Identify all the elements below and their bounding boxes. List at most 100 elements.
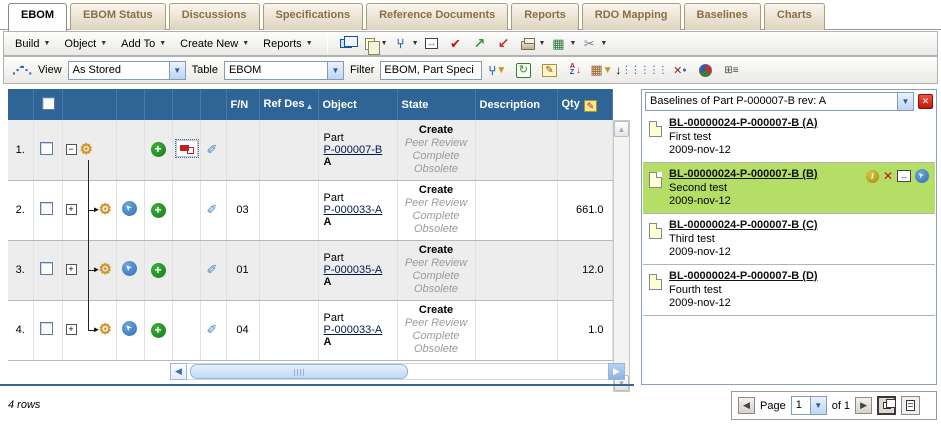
header-object[interactable]: Object (318, 89, 397, 120)
print-icon[interactable] (517, 34, 539, 54)
disconnect-icon[interactable]: ✕● (668, 60, 690, 80)
scrollbar-thumb[interactable] (190, 364, 408, 379)
scroll-right-button[interactable]: ▶ (608, 363, 625, 380)
promote-arrow-icon[interactable]: ↗ (469, 34, 491, 54)
copy-icon[interactable] (359, 34, 381, 54)
baseline-link[interactable]: BL-00000024-P-000007-B (D) (669, 270, 818, 282)
row-checkbox[interactable] (40, 202, 53, 215)
load-baseline-icon[interactable]: ➤ (915, 169, 929, 183)
baseline-link[interactable]: BL-00000024-P-000007-B (B) (669, 168, 818, 180)
sort-az-icon[interactable]: AZ↓ (564, 60, 586, 80)
menu-reports[interactable]: Reports▼ (258, 36, 319, 52)
row-checkbox[interactable] (40, 142, 53, 155)
sort-structure-icon[interactable]: ↓⋮⋮ (616, 60, 638, 80)
expand-toggle[interactable]: + (66, 324, 77, 335)
close-panel-icon[interactable]: ✕ (918, 94, 933, 109)
tab-ebom[interactable]: EBOM (8, 3, 67, 31)
indent-structure-icon[interactable]: ⋮⋮⋮ (642, 60, 664, 80)
vertical-scrollbar[interactable]: ▲ ▼ (613, 120, 630, 392)
row-checkbox[interactable] (40, 262, 53, 275)
collapse-toggle[interactable]: − (66, 144, 77, 155)
structure-navigate-icon[interactable]: ⑂ (390, 34, 412, 54)
tab-reports[interactable]: Reports (511, 3, 579, 30)
info-icon[interactable]: i (866, 170, 879, 183)
expand-levels-icon[interactable]: ⊞≡ (720, 60, 742, 80)
horizontal-scrollbar[interactable]: ◀ ▶ (170, 363, 625, 380)
menu-add-to[interactable]: Add To▼ (116, 36, 173, 52)
header-state[interactable]: State (397, 89, 475, 120)
compare-window-icon[interactable]: ↔ (421, 34, 443, 54)
next-page-button[interactable]: ▶ (855, 397, 872, 414)
scroll-up-button[interactable]: ▲ (614, 121, 629, 137)
menu-create-new[interactable]: Create New▼ (175, 36, 256, 52)
previous-page-button[interactable]: ◀ (738, 397, 755, 414)
remove-filter-icon[interactable]: ▦▼ (590, 60, 612, 80)
baselines-select[interactable]: Baselines of Part P-000007-B rev: A▼ (645, 92, 914, 111)
replace-icon[interactable]: ➤ (122, 261, 137, 276)
compare-window-icon[interactable]: ↔ (897, 170, 911, 182)
multi-page-view-toggle[interactable] (877, 396, 896, 415)
delete-icon[interactable]: ✕ (883, 169, 893, 183)
mass-edit-icon[interactable]: ✎ (584, 100, 597, 112)
chevron-down-icon[interactable]: ▼ (381, 40, 388, 47)
add-child-icon[interactable]: + (151, 323, 166, 338)
part-gear-icon[interactable]: ⚙ (99, 260, 112, 278)
part-link[interactable]: P-000033-A (324, 204, 383, 216)
add-child-icon[interactable]: + (151, 142, 166, 157)
filter-input[interactable] (380, 61, 482, 80)
edit-table-icon[interactable]: ✎ (538, 60, 560, 80)
tab-rdo-mapping[interactable]: RDO Mapping (582, 3, 681, 30)
replace-icon[interactable]: ➤ (122, 201, 137, 216)
select-all-checkbox[interactable] (42, 97, 55, 110)
scroll-left-button[interactable]: ◀ (170, 363, 187, 380)
single-page-view-toggle[interactable] (901, 396, 920, 415)
menu-build[interactable]: Build▼ (10, 36, 57, 52)
tab-charts[interactable]: Charts (764, 3, 825, 30)
edit-relationship-icon[interactable]: ✐ (207, 262, 218, 277)
view-select[interactable]: As Stored▼ (68, 61, 186, 80)
table-select[interactable]: EBOM▼ (224, 61, 344, 80)
add-child-icon[interactable]: + (151, 263, 166, 278)
part-link[interactable]: P-000035-A (324, 264, 383, 276)
demote-arrow-icon[interactable]: ↙ (493, 34, 515, 54)
part-gear-icon[interactable]: ⚙ (99, 200, 112, 218)
cascade-windows-icon[interactable] (335, 34, 357, 54)
maximize-view-icon[interactable]: ⋰⋱ (10, 60, 32, 80)
part-link[interactable]: P-000033-A (324, 324, 383, 336)
page-select[interactable]: 1▼ (791, 396, 827, 415)
tab-reference-documents[interactable]: Reference Documents (366, 3, 508, 30)
chevron-down-icon[interactable]: ▼ (569, 40, 576, 47)
chevron-down-icon[interactable]: ▼ (412, 40, 419, 47)
approve-check-icon[interactable]: ✔ (445, 34, 467, 54)
row-checkbox[interactable] (40, 322, 53, 335)
scrollbar-track[interactable] (187, 363, 608, 380)
part-gear-icon[interactable]: ⚙ (99, 320, 112, 338)
tab-specifications[interactable]: Specifications (263, 3, 364, 30)
baseline-link[interactable]: BL-00000024-P-000007-B (C) (669, 219, 818, 231)
baseline-link[interactable]: BL-00000024-P-000007-B (A) (669, 117, 818, 129)
header-fn[interactable]: F/N (226, 89, 259, 120)
chevron-down-icon[interactable]: ▼ (600, 40, 607, 47)
edit-relationship-icon[interactable]: ✐ (207, 202, 218, 217)
add-child-icon[interactable]: + (151, 203, 166, 218)
edit-relationship-icon[interactable]: ✐ (207, 322, 218, 337)
part-link[interactable]: P-000007-B (324, 144, 383, 156)
tab-discussions[interactable]: Discussions (169, 3, 260, 30)
header-description[interactable]: Description (475, 89, 557, 120)
chevron-down-icon[interactable]: ▼ (539, 40, 546, 47)
expand-toggle[interactable]: + (66, 204, 77, 215)
header-ref-des[interactable]: Ref Des▲ (259, 89, 318, 120)
chart-pie-icon[interactable] (694, 60, 716, 80)
part-gear-icon[interactable]: ⚙ (80, 140, 93, 158)
refresh-icon[interactable]: ↻ (512, 60, 534, 80)
menu-object[interactable]: Object▼ (59, 36, 114, 52)
filter-structure-icon[interactable]: ⑂▼ (486, 60, 508, 80)
tab-ebom-status[interactable]: EBOM Status (70, 3, 166, 30)
tools-icon[interactable]: ✂ (578, 34, 600, 54)
export-table-icon[interactable]: ▦ (547, 34, 569, 54)
image-thumbnail-icon[interactable] (176, 140, 198, 157)
replace-icon[interactable]: ➤ (122, 321, 137, 336)
header-qty[interactable]: Qty✎ (557, 89, 612, 120)
edit-relationship-icon[interactable]: ✐ (207, 142, 218, 157)
tab-baselines[interactable]: Baselines (684, 3, 761, 30)
